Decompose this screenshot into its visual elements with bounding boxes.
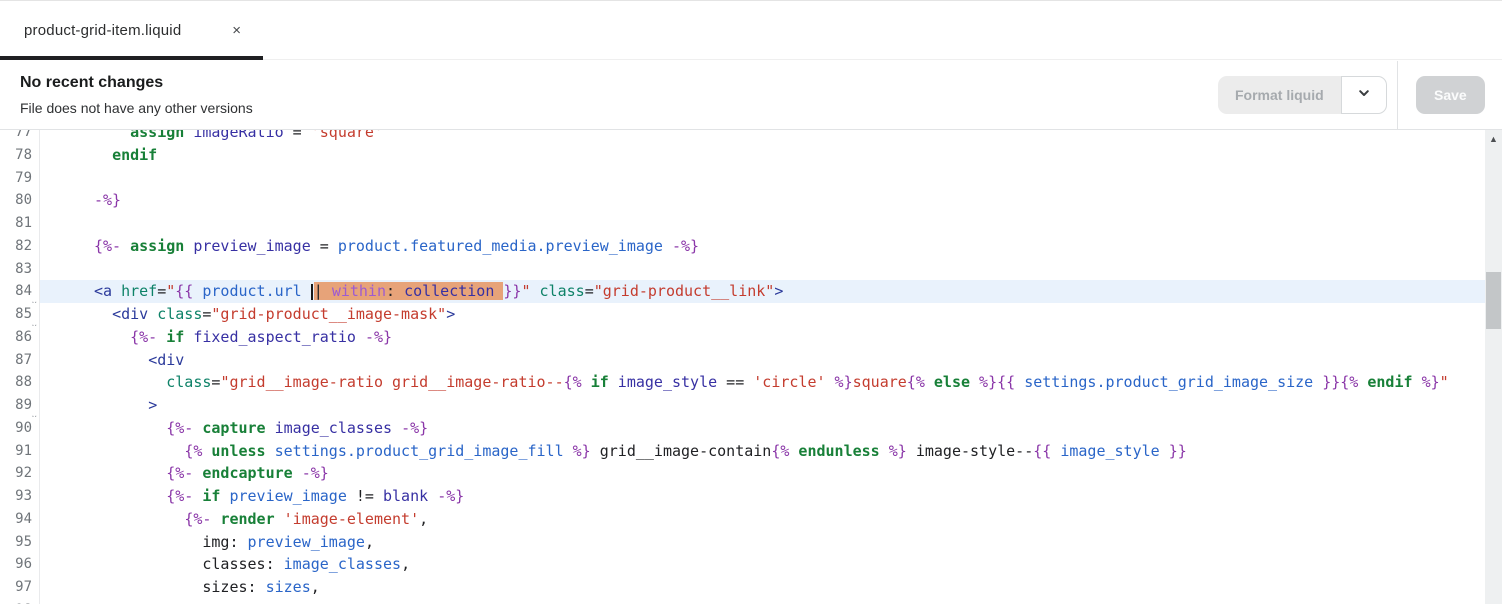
code-text: <div class="grid-product__image-mask">: [112, 305, 456, 323]
code-text: {%- if fixed_aspect_ratio -%}: [130, 327, 393, 346]
line-number: 94: [0, 507, 40, 531]
version-title: No recent changes: [20, 74, 164, 91]
line-number: 78: [0, 143, 40, 167]
code-line[interactable]: 92 {%- endcapture -%}: [0, 462, 1502, 485]
code-line[interactable]: 81: [0, 212, 1502, 235]
code-line[interactable]: 83: [0, 257, 1502, 281]
code-text: {%- endcapture -%}: [166, 464, 329, 483]
scrollbar[interactable]: ▲: [1485, 130, 1502, 604]
tab-product-grid-item[interactable]: product-grid-item.liquid ×: [0, 1, 263, 60]
code-line[interactable]: 90 {%- capture image_classes -%}: [0, 416, 1502, 440]
code-line[interactable]: 87 <div: [0, 348, 1502, 372]
line-number: 86: [0, 325, 40, 349]
code-line[interactable]: 95 img: preview_image,: [0, 530, 1502, 554]
version-header: No recent changes File does not have any…: [0, 61, 1502, 130]
line-number: 79: [0, 166, 40, 190]
code-line[interactable]: 80 -%}: [0, 189, 1502, 212]
code-line[interactable]: 84∨<a href="{{ product.url | within: col…: [0, 280, 1502, 310]
line-number: 81: [0, 212, 40, 235]
code-text: {%- if preview_image != blank -%}: [166, 487, 465, 505]
format-liquid-split-button: Format liquid: [1218, 76, 1387, 114]
format-liquid-button[interactable]: Format liquid: [1218, 76, 1341, 114]
code-line[interactable]: 78 endif: [0, 143, 1502, 167]
line-number: 98: [0, 598, 40, 604]
line-number: 83: [0, 257, 40, 281]
line-number: 88: [0, 371, 40, 394]
line-number: 93: [0, 485, 40, 508]
code-line[interactable]: 97 sizes: sizes,: [0, 576, 1502, 599]
code-text: classes: image_classes,: [94, 555, 411, 574]
line-number: 95: [0, 530, 40, 554]
code-text: endif: [112, 145, 158, 164]
code-text: >: [148, 396, 158, 414]
line-number: 97: [0, 576, 40, 599]
code-line[interactable]: 86 {%- if fixed_aspect_ratio -%}: [0, 325, 1502, 349]
code-text: {%- render 'image-element',: [184, 509, 429, 528]
line-number: 92: [0, 462, 40, 485]
version-subtitle: File does not have any other versions: [20, 100, 253, 116]
line-number: 80: [0, 189, 40, 212]
scroll-up-button[interactable]: ▲: [1485, 130, 1502, 148]
line-number: 90: [0, 416, 40, 440]
code-lines: 77 assign imageRatio = 'square' 78 endif 7…: [0, 130, 1502, 604]
line-number: 91: [0, 439, 40, 463]
code-line[interactable]: 98: [0, 598, 1502, 604]
code-line[interactable]: 93 {%- if preview_image != blank -%}: [0, 485, 1502, 508]
code-line[interactable]: 96 classes: image_classes,: [0, 553, 1502, 576]
code-text: {%- assign preview_image = product.featu…: [94, 236, 700, 255]
line-number: 77: [0, 130, 40, 144]
format-liquid-dropdown-button[interactable]: [1340, 76, 1387, 114]
scroll-up-icon: ▲: [1489, 134, 1498, 144]
code-text: {% unless settings.product_grid_image_fi…: [184, 441, 1187, 460]
line-number: 87: [0, 348, 40, 372]
save-button[interactable]: Save: [1416, 76, 1485, 114]
code-line[interactable]: 82 {%- assign preview_image = product.fea…: [0, 234, 1502, 258]
code-text: assign imageRatio = 'square': [130, 130, 383, 141]
code-text: -%}: [94, 191, 122, 210]
tab-label: product-grid-item.liquid: [24, 21, 182, 39]
line-number: 85∨: [0, 303, 40, 332]
code-text: class="grid__image-ratio grid__image-rat…: [166, 373, 1449, 392]
line-number: 84∨: [0, 280, 40, 310]
code-text: <div: [148, 350, 185, 369]
code-text: {%- capture image_classes -%}: [166, 418, 429, 437]
text-cursor: [310, 284, 313, 301]
code-line[interactable]: 85∨ <div class="grid-product__image-mask…: [0, 303, 1502, 332]
active-tab-underline: [0, 56, 263, 60]
code-line[interactable]: 88 class="grid__image-ratio grid__image-…: [0, 371, 1502, 394]
header-divider: [1397, 61, 1398, 129]
code-line[interactable]: 79: [0, 166, 1502, 190]
close-icon[interactable]: ×: [228, 22, 245, 39]
chevron-down-icon: [1357, 86, 1371, 105]
line-number: 82: [0, 234, 40, 258]
scroll-thumb[interactable]: [1486, 272, 1501, 329]
code-text: sizes: sizes,: [94, 578, 320, 596]
code-text: <a href="{{ product.url | within: collec…: [40, 280, 1485, 303]
tab-bar: product-grid-item.liquid ×: [0, 0, 1502, 60]
editor[interactable]: 77 assign imageRatio = 'square' 78 endif 7…: [0, 130, 1502, 604]
line-number: 89∨: [0, 394, 40, 423]
code-editor-window: product-grid-item.liquid × No recent cha…: [0, 0, 1502, 604]
code-line[interactable]: 94 {%- render 'image-element',: [0, 507, 1502, 531]
code-line[interactable]: 91 {% unless settings.product_grid_image…: [0, 439, 1502, 463]
line-number: 96: [0, 553, 40, 576]
code-line[interactable]: 89∨ >: [0, 394, 1502, 423]
code-line[interactable]: 77 assign imageRatio = 'square': [0, 130, 1502, 144]
code-text: img: preview_image,: [94, 532, 374, 551]
